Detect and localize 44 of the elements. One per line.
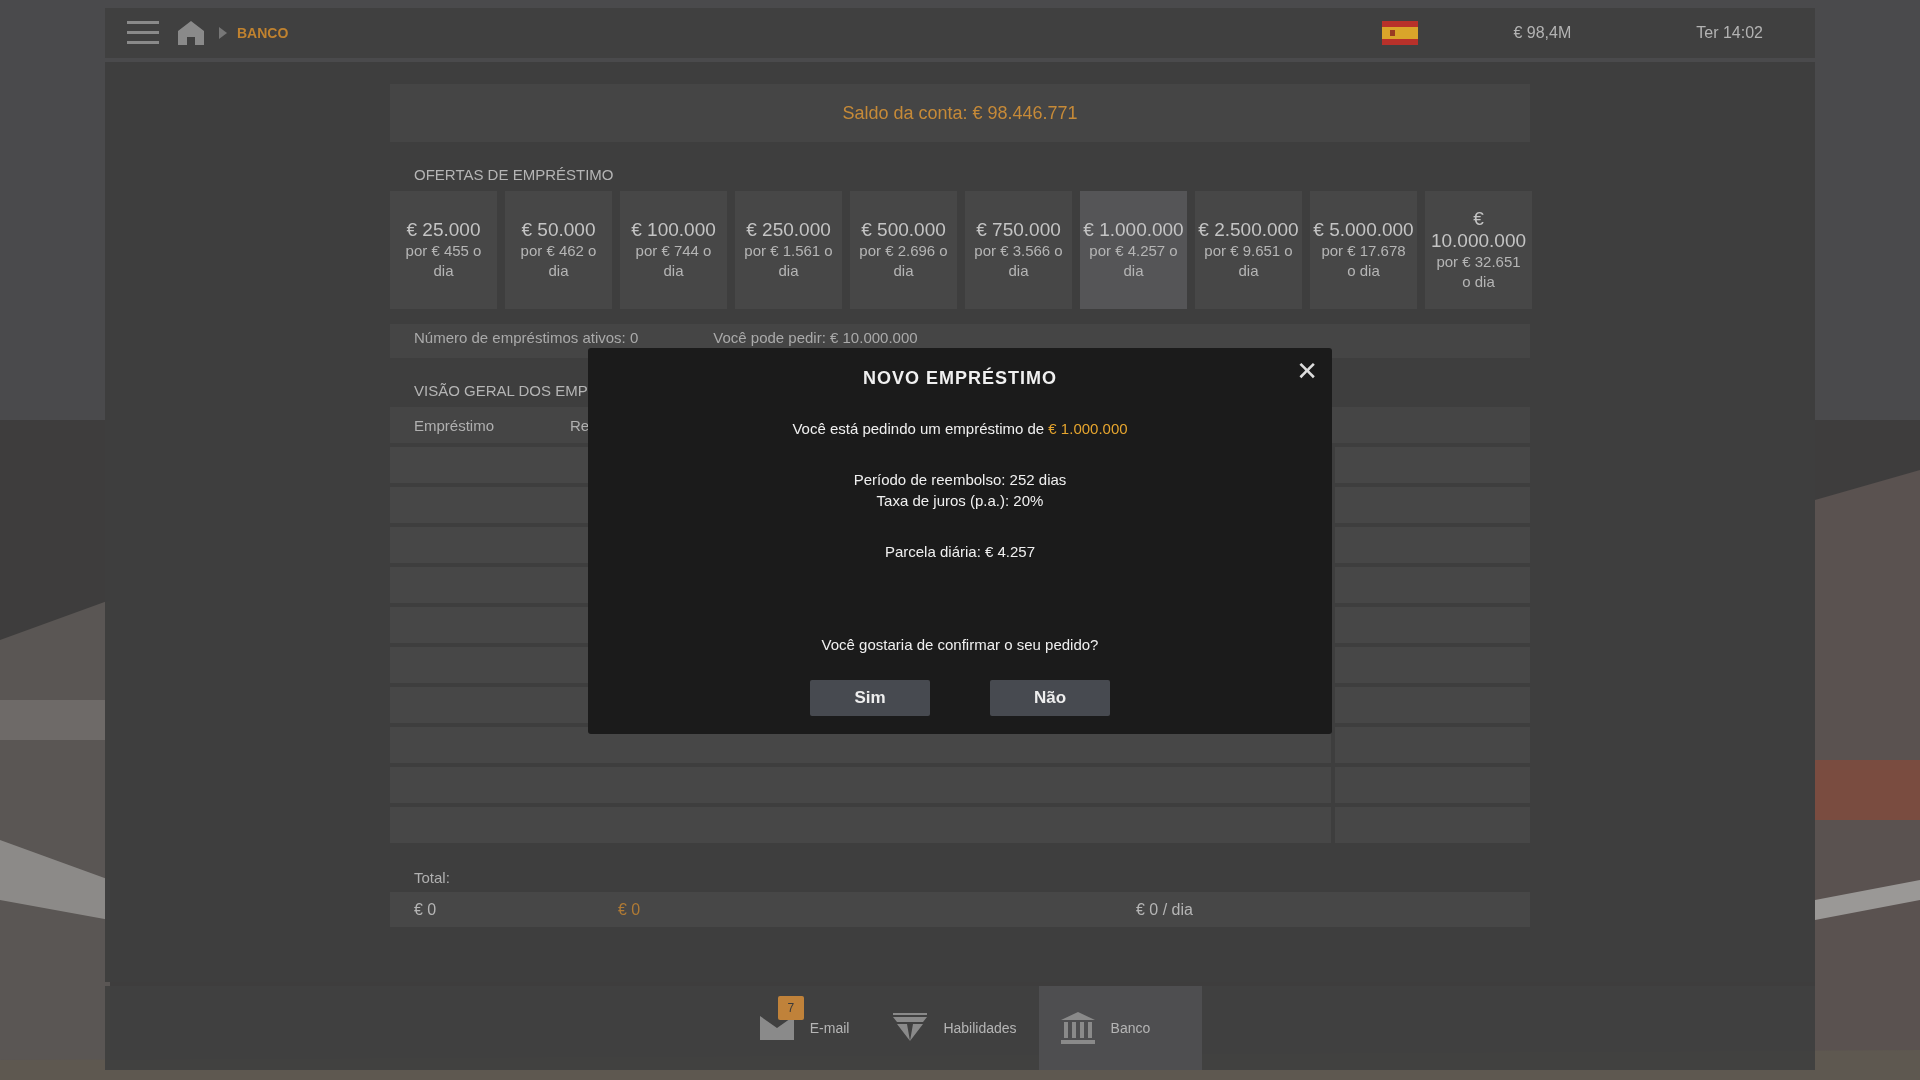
confirm-button[interactable]: Sim (810, 680, 930, 716)
loan-offer-card[interactable]: € 1.000.000 por € 4.257 o dia (1080, 191, 1187, 309)
loan-offer-card[interactable]: € 100.000 por € 744 o dia (620, 191, 727, 309)
nav-tab[interactable]: 7 E-mail (737, 986, 872, 1070)
home-icon[interactable] (177, 20, 205, 46)
period-text: Período de reembolso: 252 dias (853, 470, 1067, 490)
daily-installment-text: Parcela diária: € 4.257 (884, 542, 1036, 562)
bank-icon (1060, 1012, 1095, 1044)
menu-icon[interactable] (127, 20, 159, 46)
account-balance: Saldo da conta: € 98.446.771 (842, 102, 1078, 124)
breadcrumb-link[interactable]: BANCO (237, 25, 289, 41)
loan-offer-card[interactable]: € 500.000 por € 2.696 o dia (850, 191, 957, 309)
column-header: Re (570, 416, 590, 434)
flag-icon (1382, 21, 1419, 45)
section-title: VISÃO GERAL DOS EMP (414, 382, 588, 399)
loan-offer-card[interactable]: € 5.000.000 por € 17.678 o dia (1310, 191, 1417, 309)
dialog-title: NOVO EMPRÉSTIMO (863, 368, 1057, 389)
nav-tab[interactable]: Habilidades (871, 986, 1039, 1070)
total-remaining: € 0 (618, 900, 642, 919)
balance-text: € 98,4M (1513, 24, 1572, 42)
interest-text: Taxa de juros (p.a.): 20% (876, 491, 1044, 511)
cancel-button[interactable]: Não (990, 680, 1110, 716)
total-loan: € 0 (414, 900, 438, 919)
close-button[interactable]: ✕ (1296, 356, 1318, 386)
active-loans-text: Número de empréstimos ativos: 0 (414, 329, 639, 346)
loan-offer-card[interactable]: € 50.000 por € 462 o dia (505, 191, 612, 309)
clock-text: Ter 14:02 (1696, 24, 1763, 42)
loan-offer-card[interactable]: € 250.000 por € 1.561 o dia (735, 191, 842, 309)
chevrons-icon (893, 1013, 928, 1043)
nav-tab[interactable]: Banco (1038, 986, 1203, 1070)
notification-badge: 7 (777, 996, 804, 1020)
question-text: Você gostaria de confirmar o seu pedido? (821, 635, 1099, 655)
loan-offer-card[interactable]: € 750.000 por € 3.566 o dia (965, 191, 1072, 309)
request-limit-text: Você pode pedir: € 10.000.000 (713, 329, 918, 346)
section-title: OFERTAS DE EMPRÉSTIMO (414, 166, 614, 183)
envelope-icon (759, 1016, 794, 1040)
loan-offer-card[interactable]: € 25.000 por € 455 o dia (390, 191, 497, 309)
column-header: Empréstimo (414, 416, 496, 434)
loan-offer-card[interactable]: € 2.500.000 por € 9.651 o dia (1195, 191, 1302, 309)
total-label: Total: (413, 868, 451, 888)
request-text: Você está pedindo um empréstimo de € 1.000.000 (792, 419, 1128, 439)
chevron-icon (219, 27, 227, 39)
total-installment: € 0 / dia (1136, 900, 1193, 919)
loan-offer-card[interactable]: € 10.000.000 por € 32.651 o dia (1425, 191, 1532, 309)
